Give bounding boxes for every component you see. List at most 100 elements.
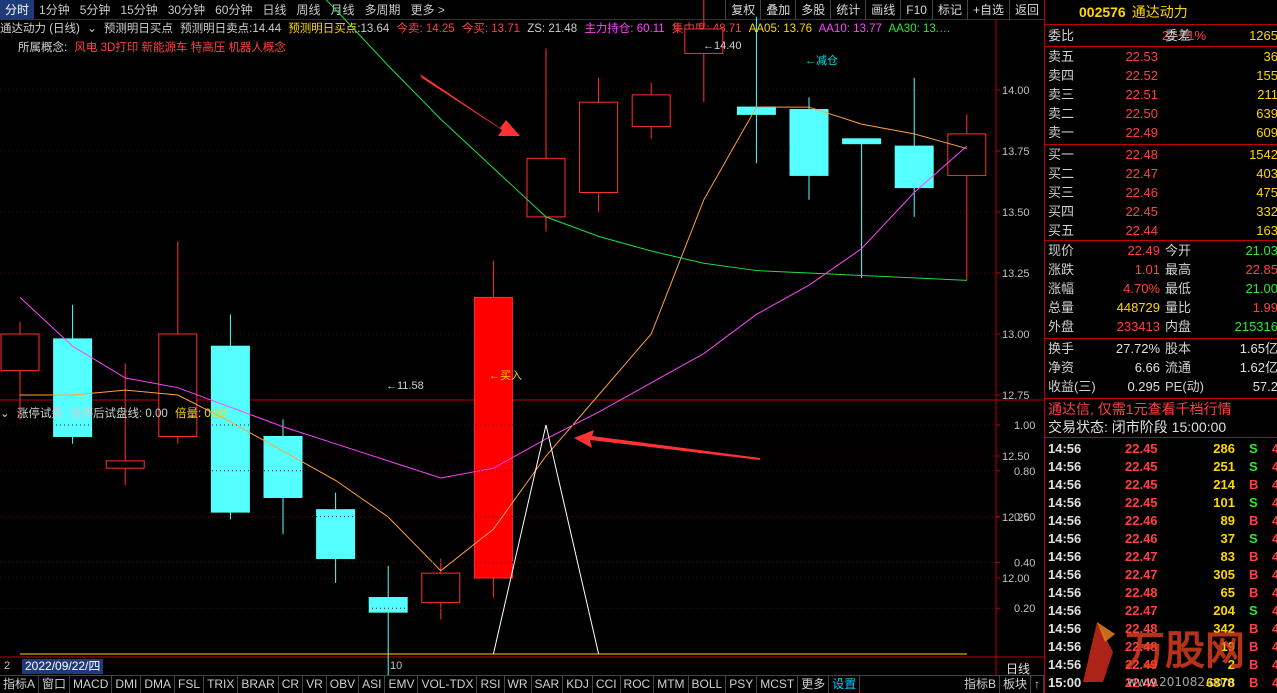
stock-code: 002576: [1079, 4, 1126, 20]
tick-row: 14:56 22.45 251 S 4: [1045, 458, 1277, 476]
fund-value: 6.66: [1134, 360, 1160, 375]
candle-body: [473, 296, 513, 579]
indicator-tab-22[interactable]: PSY: [726, 676, 758, 693]
quote-label-2: 今开: [1165, 243, 1192, 258]
quote-label: 外盘: [1048, 319, 1075, 334]
asks-row[interactable]: 卖五 22.53 36: [1045, 48, 1277, 66]
indicator-tab-23[interactable]: MCST: [757, 676, 799, 693]
candle-body: [105, 460, 145, 469]
asks-price: 22.52: [1125, 68, 1158, 83]
indicator-tab-24[interactable]: 更多: [798, 676, 830, 693]
asks-row[interactable]: 卖二 22.50 639: [1045, 105, 1277, 123]
indicator-tab-10[interactable]: OBV: [327, 676, 360, 693]
asks-volume: 639: [1256, 106, 1277, 121]
bids-row[interactable]: 买三 22.46 475: [1045, 184, 1277, 202]
bids-row[interactable]: 买二 22.47 403: [1045, 165, 1277, 183]
tick-time: 14:56: [1048, 585, 1082, 600]
tick-side: B: [1249, 567, 1259, 582]
quote-label-2: 最高: [1165, 262, 1192, 277]
tick-flag: 4: [1272, 495, 1277, 510]
indicator-tab-2[interactable]: MACD: [70, 676, 113, 693]
quote-label-2: 量比: [1165, 300, 1192, 315]
tick-price: 22.45: [1125, 441, 1158, 456]
quote-value: 233413: [1116, 319, 1160, 334]
bottom-right-tab-1[interactable]: 板块: [1000, 676, 1031, 693]
indicator-tab-12[interactable]: EMV: [385, 676, 419, 693]
indicator-tab-5[interactable]: FSL: [175, 676, 205, 693]
asks-label: 卖五: [1048, 49, 1075, 64]
bids-row[interactable]: 买四 22.45 332: [1045, 203, 1277, 221]
bids-row[interactable]: 买五 22.44 163: [1045, 222, 1277, 240]
weicha-value: 1265: [1249, 28, 1277, 43]
fund-value: 0.295: [1127, 379, 1160, 394]
quote-value-2: 215316: [1234, 319, 1277, 334]
indicator-tab-21[interactable]: BOLL: [689, 676, 727, 693]
tick-volume: 251: [1213, 459, 1235, 474]
candle-body: [579, 101, 619, 193]
fund-row: 换手 27.72% 股本 1.65亿: [1045, 340, 1277, 358]
indicator-tab-13[interactable]: VOL-TDX: [418, 676, 478, 693]
quote-label: 涨幅: [1048, 281, 1075, 296]
indicator-tab-3[interactable]: DMI: [112, 676, 142, 693]
sub-multiplier: 倍量: 0.00: [175, 408, 227, 420]
bottom-right-tab-2[interactable]: ↑: [1031, 676, 1044, 693]
low-annotation: ←11.58: [386, 380, 424, 392]
tick-time: 14:56: [1048, 567, 1082, 582]
bids-price: 22.44: [1125, 223, 1158, 238]
indicator-tab-19[interactable]: ROC: [621, 676, 655, 693]
price-axis-label: 14.00: [1002, 85, 1030, 97]
bids-volume: 163: [1256, 223, 1277, 238]
indicator-tab-16[interactable]: SAR: [532, 676, 564, 693]
tick-flag: 4: [1272, 531, 1277, 546]
price-axis-label: 12.00: [1002, 573, 1030, 585]
indicator-tab-14[interactable]: RSI: [477, 676, 505, 693]
bids-volume: 475: [1256, 185, 1277, 200]
indicator-tab-18[interactable]: CCI: [593, 676, 621, 693]
buy-annotation: ←买入: [489, 370, 522, 382]
quote-value-2: 1.99: [1252, 300, 1277, 315]
tick-volume: 101: [1213, 495, 1235, 510]
indicator-tab-0[interactable]: 指标A: [0, 676, 40, 693]
indicator-tab-9[interactable]: VR: [303, 676, 327, 693]
candle-body: [0, 333, 40, 372]
candle-body: [526, 157, 566, 218]
indicator-tab-25[interactable]: 设置: [829, 676, 861, 693]
watermark-logo: 万股网 www.201082.com: [1083, 622, 1245, 689]
indicator-tab-17[interactable]: KDJ: [563, 676, 593, 693]
indicator-tab-4[interactable]: DMA: [141, 676, 176, 693]
tick-row: 14:56 22.45 286 S 4: [1045, 440, 1277, 458]
indicator-tab-11[interactable]: ASI: [359, 676, 386, 693]
indicator-tab-8[interactable]: CR: [279, 676, 304, 693]
tick-price: 22.45: [1125, 477, 1158, 492]
bids-row[interactable]: 买一 22.48 1542: [1045, 146, 1277, 164]
arrow-icon: [574, 430, 760, 460]
quote-label: 现价: [1048, 243, 1075, 258]
tick-volume: 37: [1220, 531, 1235, 546]
watermark-url: www.201082.com: [1127, 675, 1234, 689]
sub-indicator-name[interactable]: 涨停试盘: [17, 408, 63, 420]
asks-price: 22.53: [1125, 49, 1158, 64]
bottom-right-tab-0[interactable]: 指标B: [961, 676, 1000, 693]
tick-price: 22.46: [1125, 531, 1158, 546]
indicator-tab-7[interactable]: BRAR: [238, 676, 279, 693]
indicator-tab-20[interactable]: MTM: [654, 676, 689, 693]
indicator-tab-6[interactable]: TRIX: [204, 676, 239, 693]
chevron-down-icon[interactable]: ⌄: [0, 408, 10, 420]
arrow-icon: [420, 74, 520, 136]
asks-row[interactable]: 卖三 22.51 211: [1045, 86, 1277, 104]
fund-row: 净资 6.66 流通 1.62亿: [1045, 359, 1277, 377]
asks-row[interactable]: 卖一 22.49 609: [1045, 124, 1277, 142]
indicator-tab-15[interactable]: WR: [505, 676, 532, 693]
ad-banner[interactable]: 通达信, 仅需1元查看千档行情: [1045, 400, 1277, 418]
tick-volume: 305: [1213, 567, 1235, 582]
tick-side: B: [1249, 585, 1259, 600]
candle-body: [736, 106, 776, 115]
asks-label: 卖一: [1048, 125, 1075, 140]
bids-price: 22.46: [1125, 185, 1158, 200]
bids-label: 买五: [1048, 223, 1075, 238]
asks-row[interactable]: 卖四 22.52 155: [1045, 67, 1277, 85]
indicator-tab-1[interactable]: 窗口: [39, 676, 71, 693]
high-annotation: ←14.40: [703, 40, 742, 52]
quote-row: 外盘 233413 内盘 215316: [1045, 318, 1277, 336]
tick-side: S: [1249, 459, 1258, 474]
